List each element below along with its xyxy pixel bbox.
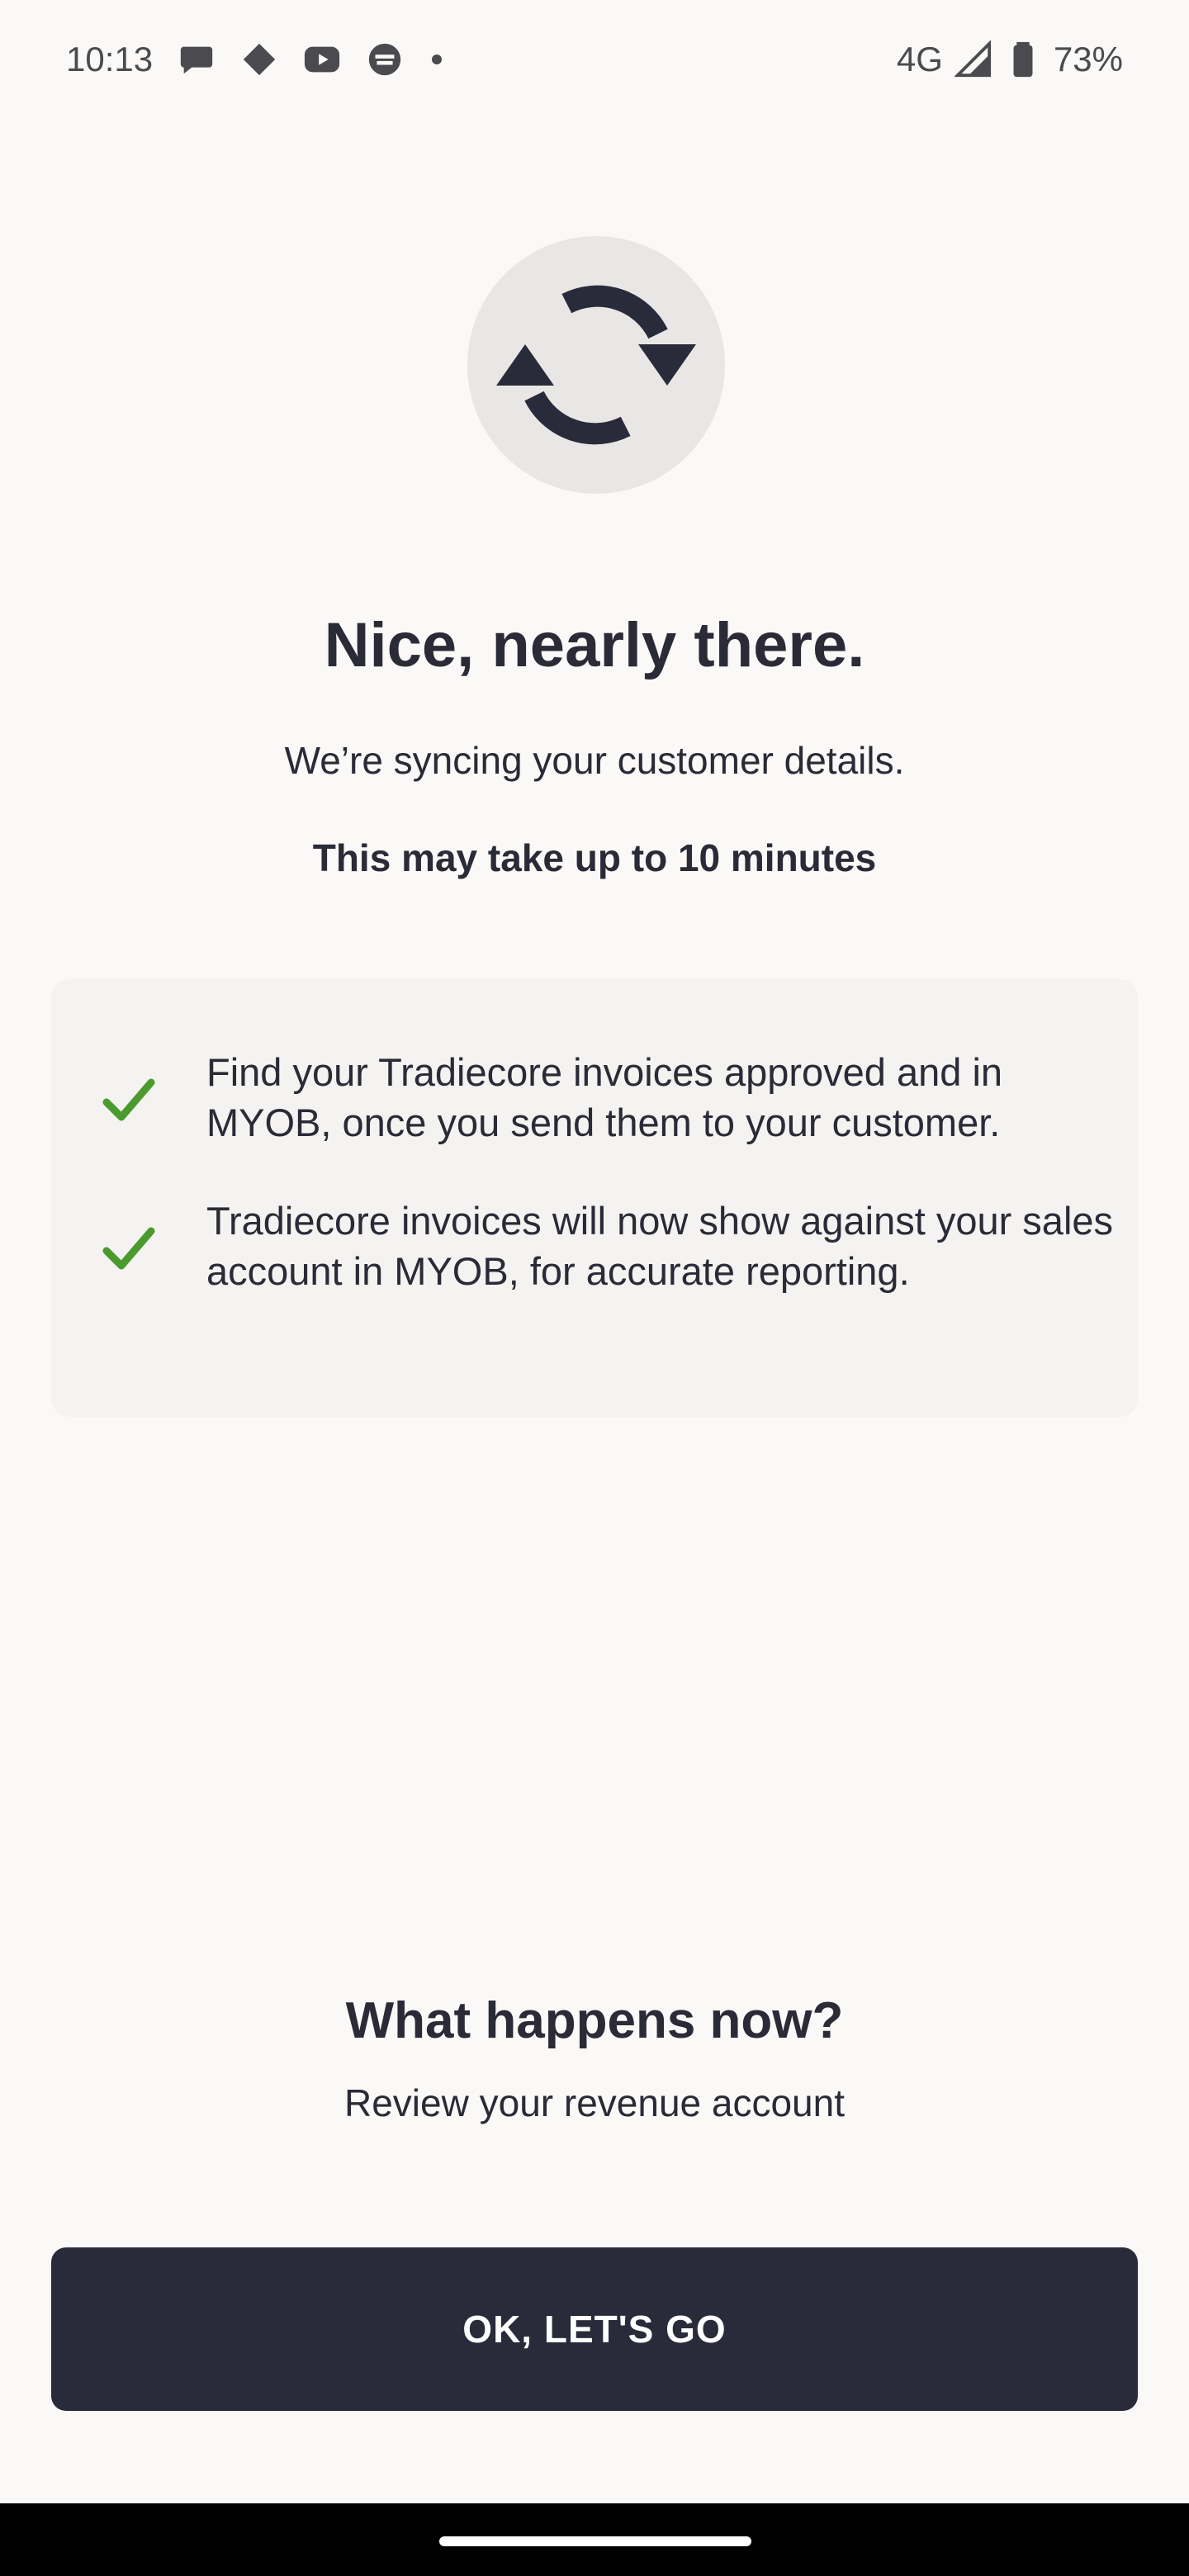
info-card: Find your Tradiecore invoices approved a… [51, 979, 1138, 1417]
next-steps-title: What happens now? [345, 1992, 844, 2049]
youtube-icon [305, 46, 340, 73]
page-title: Nice, nearly there. [324, 610, 865, 680]
page-subtitle: We’re syncing your customer details. [284, 739, 905, 782]
status-right: 4G 73% [897, 40, 1123, 79]
status-left: 10:13 [66, 40, 443, 79]
sync-icon-container [467, 236, 725, 494]
duration-note: This may take up to 10 minutes [312, 836, 877, 879]
check-icon [102, 1078, 155, 1121]
home-indicator[interactable] [439, 2536, 751, 2546]
network-type: 4G [896, 40, 943, 78]
info-item-text: Find your Tradiecore invoices approved a… [206, 1050, 1003, 1144]
ok-lets-go-button[interactable]: OK, LET'S GO [51, 2247, 1138, 2411]
signal-icon [954, 40, 992, 78]
battery-level: 73% [1053, 40, 1123, 78]
info-item-text: Tradiecore invoices will now show agains… [206, 1199, 1114, 1293]
diamond-icon [243, 43, 276, 76]
app-icon [368, 43, 401, 76]
sync-icon [496, 285, 696, 445]
check-icon [102, 1227, 155, 1270]
sync-screen: 10:13 4G 73% Nice, nearly there. We’re s… [0, 0, 1189, 2576]
chat-icon [180, 46, 213, 74]
status-time: 10:13 [66, 40, 154, 78]
more-notifications-dot [432, 54, 443, 64]
status-bar: 10:13 4G 73% [0, 0, 1189, 119]
battery-icon [1013, 41, 1033, 78]
next-steps-subtitle: Review your revenue account [344, 2081, 845, 2124]
